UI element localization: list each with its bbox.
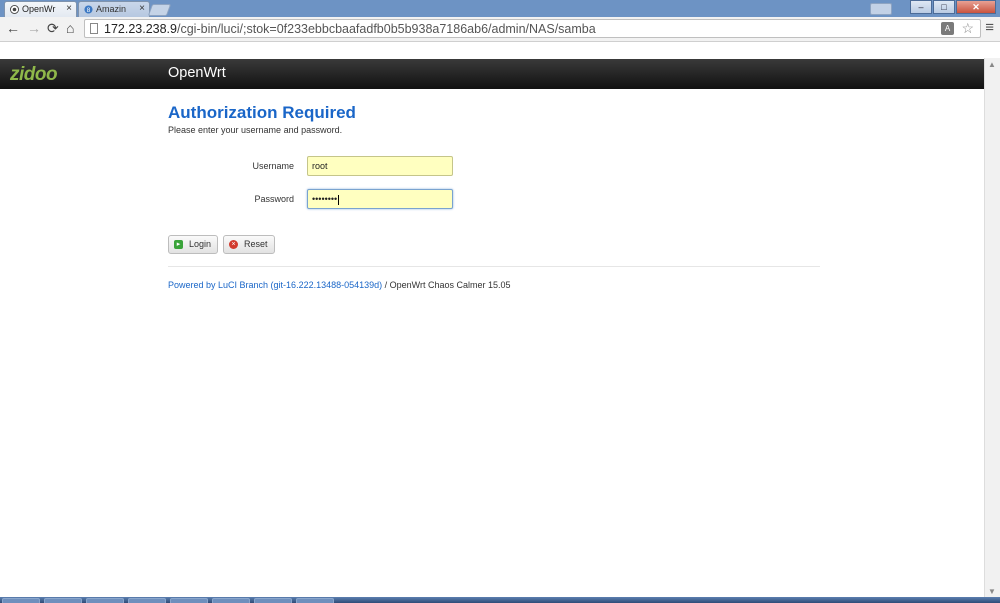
luci-link[interactable]: Powered by LuCI Branch (git-16.222.13488… [168,280,382,290]
url-text[interactable]: 172.23.238.9/cgi-bin/luci/;stok=0f233ebb… [104,22,596,36]
start-button[interactable] [2,598,40,603]
bookmark-star-icon[interactable]: ☆ [961,20,974,37]
new-tab-button[interactable] [147,4,172,16]
password-label: Password [254,194,294,204]
scroll-up-icon[interactable]: ▲ [988,60,996,69]
text-caret [338,194,340,205]
page-icon [90,23,98,34]
translate-icon[interactable]: A [941,22,954,35]
footer: Powered by LuCI Branch (git-16.222.13488… [168,280,511,290]
brand-openwrt[interactable]: OpenWrt [168,65,226,81]
maximize-button[interactable]: □ [933,0,955,14]
home-icon[interactable]: ⌂ [66,20,74,36]
tab-label: OpenWr [22,4,56,14]
username-value: root [312,161,328,171]
username-field[interactable]: root [307,156,453,176]
password-value: •••••••• [312,194,338,204]
reset-label: Reset [244,239,268,249]
reset-icon: × [229,240,238,249]
taskbar-item[interactable] [296,598,334,603]
zidoo-logo[interactable]: zidoo [10,64,58,86]
taskbar-item[interactable] [44,598,82,603]
divider [168,266,820,267]
reset-button[interactable]: × Reset [223,235,275,254]
chrome-menu-icon[interactable]: ≡ [985,19,994,36]
username-label: Username [252,161,294,171]
taskbar-item[interactable] [86,598,124,603]
taskbar-item[interactable] [254,598,292,603]
close-window-button[interactable]: ✕ [956,0,996,14]
browser-toolbar: ← → ⟳ ⌂ 172.23.238.9/cgi-bin/luci/;stok=… [0,17,1000,42]
svg-text:8: 8 [87,7,91,14]
window-controls: – □ ✕ [909,0,996,15]
taskbar-item[interactable] [212,598,250,603]
logo-text: zidoo [10,64,58,85]
url-path: /cgi-bin/luci/;stok=0f233ebbcbaafadfb0b5… [177,22,596,36]
taskbar-item[interactable] [170,598,208,603]
openwrt-favicon-icon [10,5,19,14]
taskbar-item[interactable] [128,598,166,603]
url-host: 172.23.238.9 [104,22,177,36]
tab-close-icon[interactable]: × [139,3,145,14]
tab-amazon[interactable]: 8 Amazin × [78,1,150,17]
user-profile-icon[interactable] [870,3,892,15]
forward-arrow-icon[interactable]: → [27,20,41,36]
browser-tab-strip: OpenWr × 8 Amazin × – □ ✕ [0,0,1000,17]
reload-icon[interactable]: ⟳ [47,20,59,36]
page-header: zidoo OpenWrt [0,59,984,89]
amazon-favicon-icon: 8 [84,5,93,14]
login-icon: ▸ [174,240,183,249]
login-button[interactable]: ▸ Login [168,235,219,254]
minimize-button[interactable]: – [910,0,932,14]
page-title: Authorization Required [168,103,356,122]
footer-version: / OpenWrt Chaos Calmer 15.05 [382,280,511,290]
back-arrow-icon[interactable]: ← [6,20,20,36]
login-label: Login [189,239,212,249]
password-field[interactable]: •••••••• [307,189,453,209]
scroll-down-icon[interactable]: ▼ [988,587,996,596]
tab-label: Amazin [96,4,127,14]
page-subtitle: Please enter your username and password. [168,125,343,135]
page-scrollbar[interactable]: ▲ ▼ [984,58,1000,598]
tab-openwrt[interactable]: OpenWr × [4,1,77,17]
address-bar[interactable]: 172.23.238.9/cgi-bin/luci/;stok=0f233ebb… [84,19,981,38]
tab-close-icon[interactable]: × [66,3,72,14]
